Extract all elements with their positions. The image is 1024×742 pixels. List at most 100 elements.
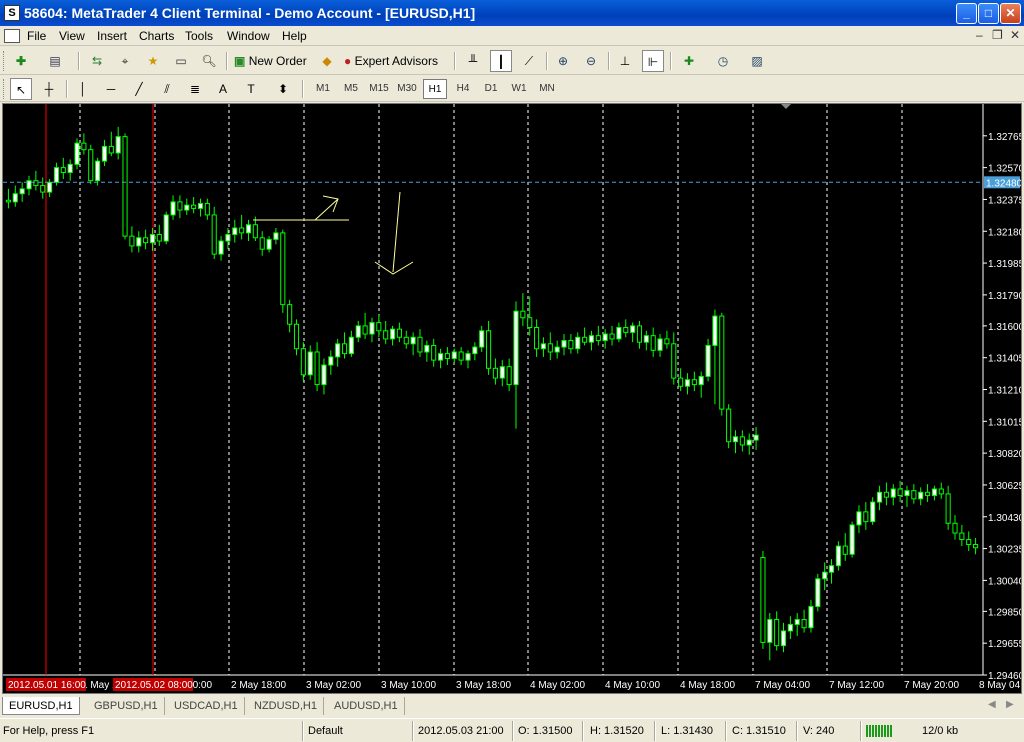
maximize-button[interactable]: □ [978,3,999,24]
terminal-icon[interactable]: ▭ [170,50,192,72]
menu-window[interactable]: Window [227,29,270,43]
bar-chart-icon[interactable]: ╨ [462,50,484,72]
candle-body [835,545,841,567]
traffic-counter: 12/0 kb [922,725,959,737]
candle-body [396,328,402,338]
timeframe-h4[interactable]: H4 [451,79,475,99]
navigator-icon[interactable]: ★ [142,50,164,72]
candle-body [403,336,409,345]
price-tick-label: 1.32180 [988,227,1021,238]
candle-body [540,343,547,350]
tab-usdcad[interactable]: USDCAD,H1 [168,697,245,715]
toolbar-grip[interactable] [3,79,6,99]
close-button[interactable]: ✕ [1000,3,1021,24]
trendline-icon[interactable]: ╱ [128,78,150,100]
candle-body [767,619,773,643]
candle-body [348,336,354,355]
candle-body [60,167,66,174]
zoom-in-icon[interactable]: ⊕ [552,50,574,72]
price-chart[interactable]: 1 May 20121 May 18:002 May 10:002 May 18… [3,104,1021,693]
indicators-icon[interactable]: ✚ [678,50,700,72]
fibonacci-icon[interactable]: ≣ [184,78,206,100]
toolbar-grip[interactable] [3,51,6,71]
timeframe-d1[interactable]: D1 [479,79,503,99]
templates-icon[interactable]: ▨ [746,50,768,72]
candle-body [582,336,588,343]
horizontal-line-icon[interactable]: ─ [100,78,122,100]
line-chart-icon[interactable]: ⟋ [518,50,540,72]
text-icon[interactable]: A [212,78,234,100]
tab-eurusd[interactable]: EURUSD,H1 [2,697,80,715]
candle-body [362,325,368,335]
candle-body [774,619,780,647]
metaeditor-icon[interactable]: ◆ [316,50,338,72]
status-low: L: 1.31430 [661,725,713,737]
connection-indicator-icon[interactable] [866,725,892,737]
document-icon[interactable] [4,29,20,43]
candle-body [691,379,697,386]
chart-shift-icon[interactable]: ⊩ [642,50,664,72]
strategy-tester-icon[interactable]: 🔍︎ [198,50,220,72]
tab-nzdusd[interactable]: NZDUSD,H1 [248,697,324,715]
data-window-icon[interactable]: ⌖ [114,50,136,72]
auto-scroll-icon[interactable]: ⊥ [614,50,636,72]
mdi-close-button[interactable]: ✕ [1010,28,1020,42]
tab-audusd[interactable]: AUDUSD,H1 [328,697,405,715]
zoom-out-icon[interactable]: ⊖ [580,50,602,72]
candle-body [732,436,739,443]
arrows-icon[interactable]: ⬍ [272,78,294,100]
status-bar: For Help, press F1 Default 2012.05.03 21… [0,718,1024,742]
market-watch-icon[interactable]: ⇆ [86,50,108,72]
time-tick-label: 7 May 20:00 [904,680,959,691]
timeframe-mn[interactable]: MN [535,79,559,99]
chart-window[interactable]: 1 May 20121 May 18:002 May 10:002 May 18… [2,103,1022,694]
candle-body [431,344,437,361]
candle-body [863,511,869,523]
cursor-icon[interactable]: ↖ [10,78,32,100]
timeframe-m30[interactable]: M30 [395,79,419,99]
candle-body [108,145,114,154]
price-tick-label: 1.29460 [988,671,1021,682]
menu-view[interactable]: View [59,29,85,43]
expert-advisors-button[interactable]: ● Expert Advisors [344,50,448,72]
timeframe-m1[interactable]: M1 [311,79,335,99]
candle-body [444,353,450,360]
timeframe-w1[interactable]: W1 [507,79,531,99]
title-bar[interactable]: S 58604: MetaTrader 4 Client Terminal - … [0,0,1024,26]
menu-insert[interactable]: Insert [97,29,127,43]
tab-scroll-right-icon[interactable]: ▶ [1006,699,1014,710]
candle-body [376,322,382,332]
candle-body [856,511,862,526]
menu-file[interactable]: File [27,29,46,43]
timeframe-m15[interactable]: M15 [367,79,391,99]
tab-gbpusd[interactable]: GBPUSD,H1 [88,697,165,715]
mdi-restore-button[interactable]: ❐ [992,28,1003,42]
timeframe-h1[interactable]: H1 [423,79,447,99]
candle-body [684,379,691,387]
periods-icon[interactable]: ◷ [712,50,734,72]
menu-tools[interactable]: Tools [185,29,213,43]
tab-scroll-left-icon[interactable]: ◀ [988,699,996,710]
candle-body [678,377,684,387]
candle-body [698,375,704,386]
candle-body [739,436,745,446]
text-label-icon[interactable]: T [240,78,262,100]
candle-body [822,571,828,580]
time-tick-label: 4 May 10:00 [605,680,660,691]
candlestick-chart-icon[interactable]: ┃ [490,50,512,72]
candle-body [966,539,972,545]
timeframe-m5[interactable]: M5 [339,79,363,99]
mdi-minimize-button[interactable]: – [976,28,983,42]
menu-charts[interactable]: Charts [139,29,174,43]
equidistant-channel-icon[interactable]: ⫽ [156,78,178,100]
crosshair-icon[interactable]: ┼ [38,78,60,100]
status-close: C: 1.31510 [732,725,786,737]
separator [512,721,514,741]
new-order-button[interactable]: ▣ New Order [234,50,310,72]
vertical-line-icon[interactable]: │ [72,78,94,100]
minimize-button[interactable]: _ [956,3,977,24]
new-chart-icon[interactable]: ✚ [10,50,32,72]
candle-body [170,201,176,216]
profiles-icon[interactable]: ▤ [44,50,66,72]
menu-help[interactable]: Help [282,29,307,43]
